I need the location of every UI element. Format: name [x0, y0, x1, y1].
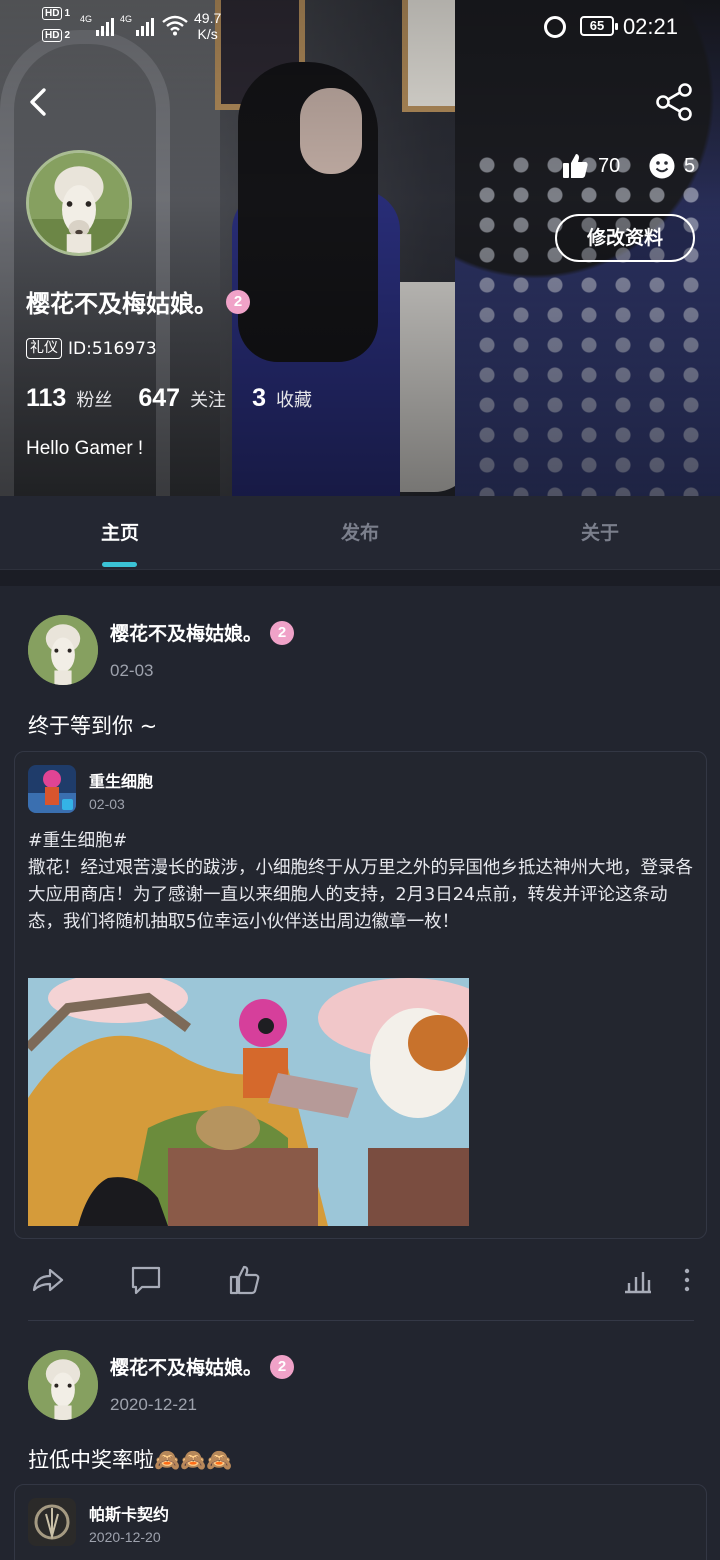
nickname-text: 樱花不及梅姑娘。 [26, 290, 218, 318]
tab-home[interactable]: 主页 [0, 496, 240, 569]
status-time: 02:21 [622, 14, 678, 39]
followers-label[interactable]: 粉丝 [76, 386, 112, 412]
sim1-indicator: HD 1 [42, 7, 70, 20]
repost-icon[interactable] [30, 1262, 66, 1298]
signal-icon: 4G [120, 14, 155, 36]
dead-cells-game-icon [28, 765, 76, 813]
section-divider [0, 570, 720, 586]
profile-bio: Hello Gamer ! [26, 438, 144, 459]
following-label[interactable]: 关注 [190, 386, 226, 412]
stats-icon[interactable] [620, 1262, 656, 1298]
shared-source-date: 02-03 [89, 796, 125, 812]
status-bar: HD 1 HD 2 4G 4G 49.7 K/s 65 02:21 [0, 0, 720, 56]
post-author[interactable]: 樱花不及梅姑娘。 2 [110, 1353, 295, 1380]
shared-post-card[interactable]: 帕斯卡契约 2020-12-20 [14, 1484, 707, 1560]
emoji-count: 5 [684, 154, 696, 177]
likes-count: 70 [598, 154, 621, 177]
profile-counts: 113 粉丝 647 关注 3 收藏 [26, 384, 338, 413]
followers-count[interactable]: 113 [26, 384, 66, 413]
hashtag[interactable]: #重生细胞# [28, 828, 698, 855]
post-text: 拉低中奖率啦🙈🙈🙈 [28, 1448, 233, 1472]
tab-about[interactable]: 关于 [480, 496, 720, 569]
post-author[interactable]: 樱花不及梅姑娘。 2 [110, 619, 295, 646]
tab-posts[interactable]: 发布 [240, 496, 480, 569]
post-date: 02-03 [110, 661, 154, 680]
post-author-name[interactable]: 樱花不及梅姑娘。 [110, 1353, 262, 1380]
post-avatar[interactable] [28, 615, 98, 685]
avatar[interactable] [26, 150, 132, 256]
smiley-icon [649, 153, 675, 179]
share-icon[interactable] [650, 80, 698, 124]
thumbs-up-icon [563, 154, 588, 178]
sim2-indicator: HD 2 [42, 29, 70, 42]
level-badge: 2 [226, 289, 250, 314]
post-author-name[interactable]: 樱花不及梅姑娘。 [110, 619, 262, 646]
network-speed: 49.7 K/s [194, 10, 222, 42]
shared-post-text: #重生细胞# 撒花！经过艰苦漫长的跋涉，小细胞终于从万里之外的异国他乡抵达神州大… [28, 828, 698, 936]
profile-tabs: 主页 发布 关于 [0, 496, 720, 570]
shared-source-date: 2020-12-20 [89, 1529, 161, 1545]
signal-icon: 4G [80, 14, 115, 36]
alpaca-avatar-image [28, 615, 98, 685]
user-id: ID:516973 [68, 338, 157, 359]
dead-cells-artwork [28, 978, 469, 1226]
post-divider [28, 1320, 694, 1321]
more-vertical-icon[interactable] [669, 1262, 705, 1298]
title-tag: 礼仪 [26, 338, 62, 359]
likes-stat[interactable]: 70 [560, 148, 620, 184]
shared-post-body: 撒花！经过艰苦漫长的跋涉，小细胞终于从万里之外的异国他乡抵达神州大地，登录各大应… [28, 858, 693, 932]
following-count[interactable]: 647 [138, 384, 180, 413]
shared-source-name[interactable]: 帕斯卡契约 [89, 1501, 169, 1525]
shared-post-image[interactable] [28, 978, 469, 1226]
post-date: 2020-12-21 [110, 1395, 197, 1414]
favorites-label[interactable]: 收藏 [276, 386, 312, 412]
game-icon[interactable] [28, 1498, 76, 1546]
level-badge: 2 [270, 620, 295, 645]
alarm-icon [544, 16, 566, 38]
profile-id-line: 礼仪 ID:516973 [26, 338, 157, 359]
emoji-stat[interactable]: 5 [648, 148, 695, 184]
shared-post-card[interactable]: 重生细胞 02-03 #重生细胞# 撒花！经过艰苦漫长的跋涉，小细胞终于从万里之… [14, 751, 707, 1239]
post-text: 终于等到你 ~ [28, 714, 158, 738]
pascal-contract-game-icon [28, 1498, 76, 1546]
comment-icon[interactable] [128, 1262, 164, 1298]
shared-source-name[interactable]: 重生细胞 [89, 768, 153, 792]
chevron-left-icon[interactable] [20, 82, 60, 122]
thumbs-up-icon[interactable] [227, 1262, 263, 1298]
battery-indicator: 65 [580, 16, 618, 36]
edit-profile-button[interactable]: 修改资料 [555, 214, 695, 262]
wifi-icon [162, 15, 188, 36]
post-avatar[interactable] [28, 1350, 98, 1420]
game-icon[interactable] [28, 765, 76, 813]
favorites-count[interactable]: 3 [252, 384, 266, 413]
post-actions-bar [0, 1254, 720, 1304]
profile-nickname: 樱花不及梅姑娘。 2 [26, 284, 250, 319]
level-badge: 2 [270, 1354, 295, 1379]
alpaca-avatar-image [28, 1350, 98, 1420]
alpaca-avatar-image [29, 153, 129, 253]
